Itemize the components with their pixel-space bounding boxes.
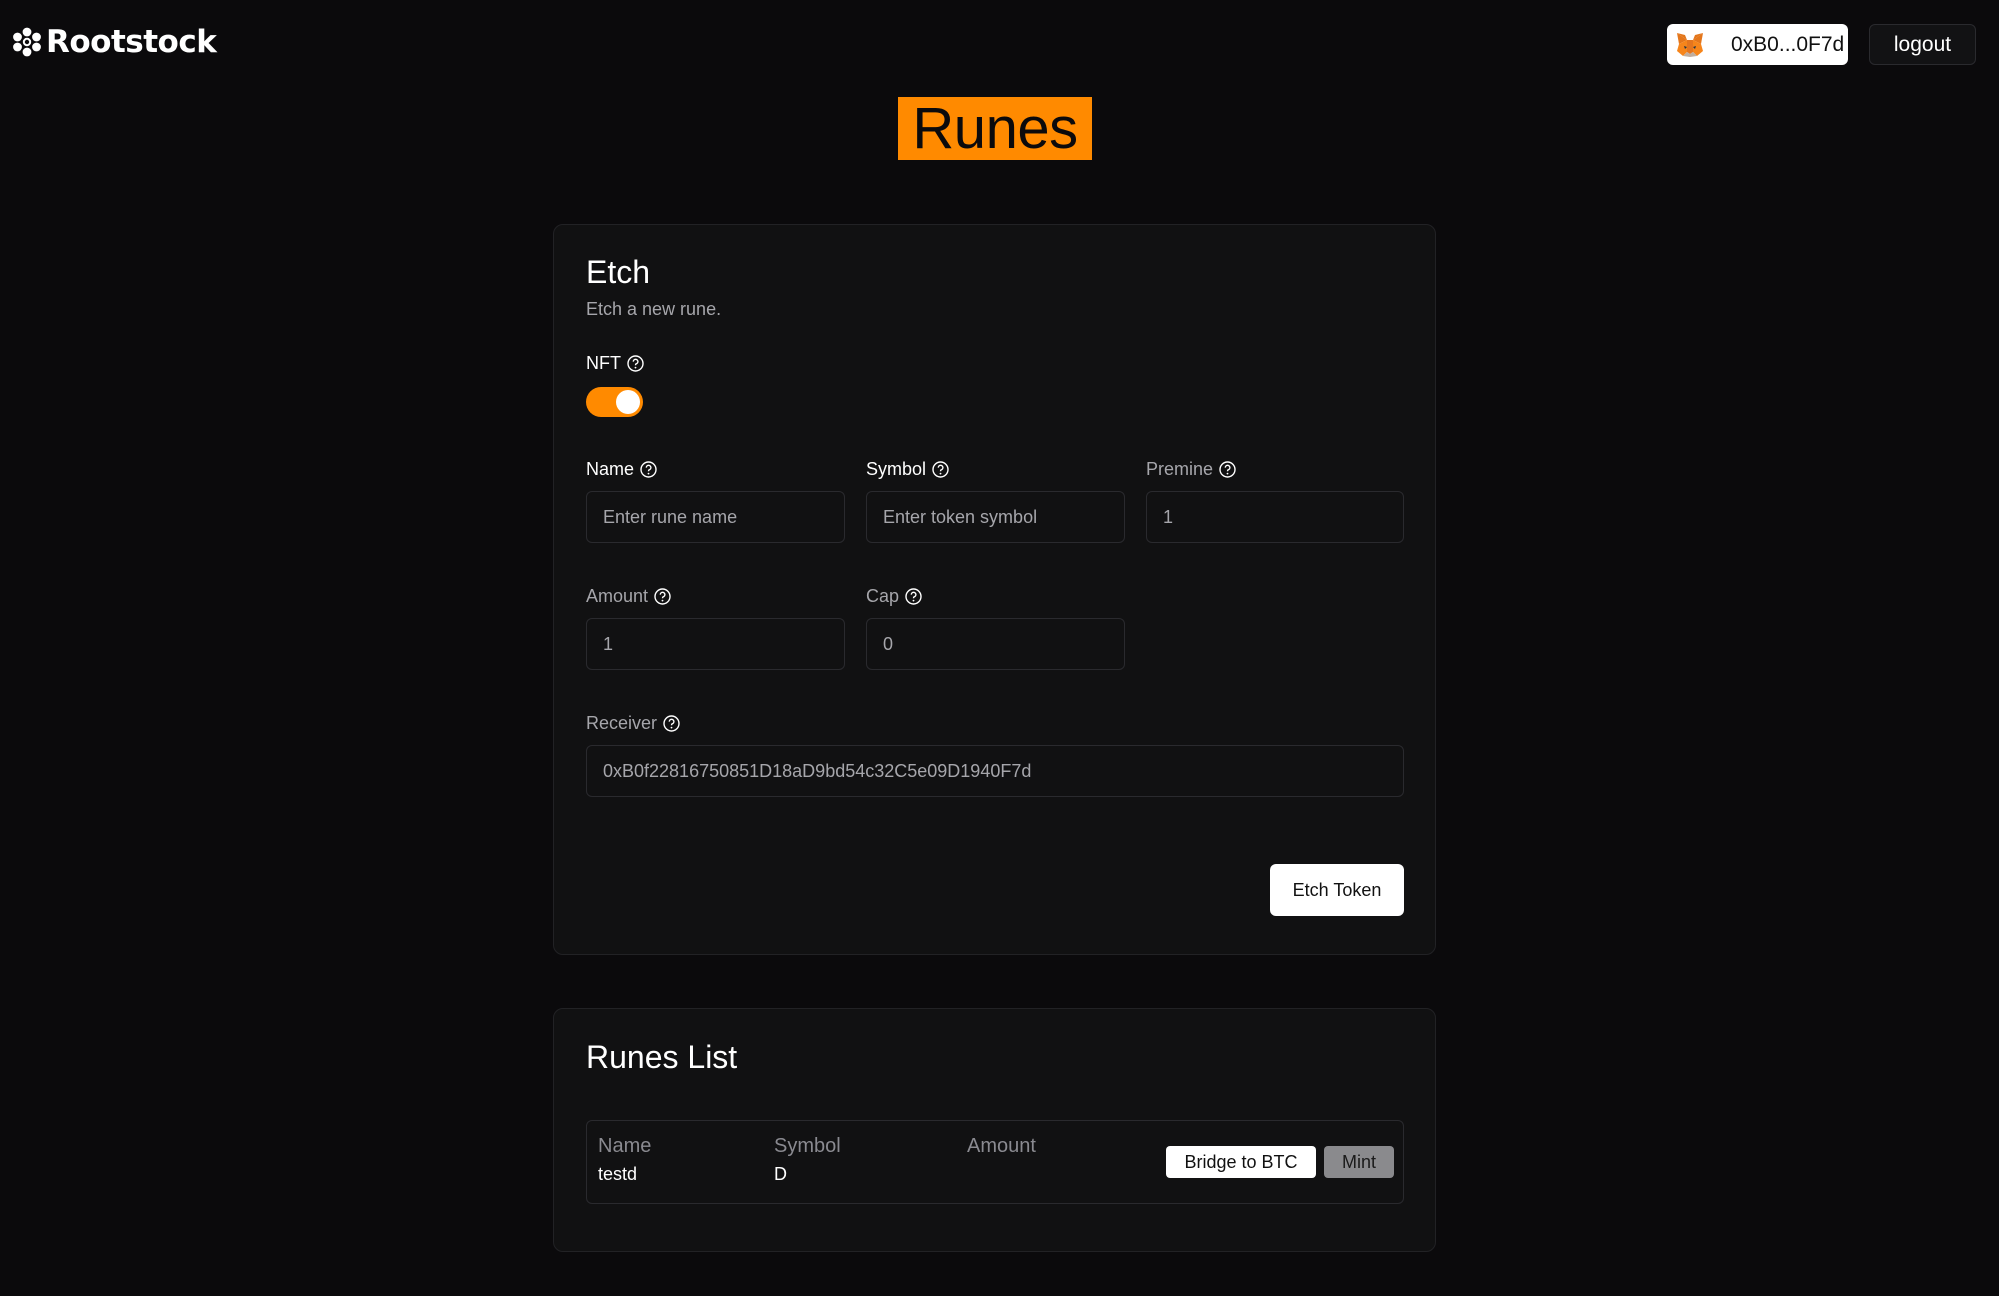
cap-label-text: Cap bbox=[866, 586, 900, 606]
amount-input[interactable] bbox=[586, 618, 845, 670]
receiver-label: Receiver bbox=[586, 713, 680, 734]
metamask-fox-icon bbox=[1677, 32, 1703, 57]
column-header-name: Name bbox=[598, 1135, 652, 1157]
nft-label: NFT bbox=[586, 353, 644, 374]
help-icon[interactable] bbox=[1219, 461, 1236, 478]
column-header-symbol: Symbol bbox=[774, 1135, 841, 1157]
toggle-knob bbox=[616, 390, 640, 414]
etch-card: Etch Etch a new rune. NFT Name Symbol Pr… bbox=[553, 224, 1436, 955]
premine-input[interactable] bbox=[1146, 491, 1404, 543]
bridge-to-btc-button[interactable]: Bridge to BTC bbox=[1166, 1146, 1316, 1178]
name-label: Name bbox=[586, 459, 657, 480]
wallet-address-button[interactable]: 0xB0...0F7d bbox=[1667, 24, 1848, 65]
logout-button[interactable]: logout bbox=[1869, 24, 1976, 65]
etch-title: Etch bbox=[586, 254, 651, 290]
receiver-input[interactable] bbox=[586, 745, 1404, 797]
nft-label-text: NFT bbox=[586, 353, 621, 373]
mint-button[interactable]: Mint bbox=[1324, 1146, 1394, 1178]
cap-label: Cap bbox=[866, 586, 922, 607]
cap-input[interactable] bbox=[866, 618, 1125, 670]
etch-token-button[interactable]: Etch Token bbox=[1270, 864, 1404, 916]
name-label-text: Name bbox=[586, 459, 635, 479]
rootstock-logo[interactable]: Rootstock bbox=[12, 24, 217, 60]
logo-text: Rootstock bbox=[46, 24, 217, 60]
runes-list-card: Runes List Name Symbol Amount testd D Br… bbox=[553, 1008, 1436, 1252]
top-bar: Rootstock 0xB0...0F7d logout bbox=[0, 0, 1999, 90]
premine-label-text: Premine bbox=[1146, 459, 1214, 479]
wallet-address: 0xB0...0F7d bbox=[1731, 32, 1845, 56]
help-icon[interactable] bbox=[905, 588, 922, 605]
rune-symbol-cell: D bbox=[774, 1164, 787, 1184]
premine-label: Premine bbox=[1146, 459, 1236, 480]
help-icon[interactable] bbox=[640, 461, 657, 478]
symbol-input[interactable] bbox=[866, 491, 1125, 543]
name-input[interactable] bbox=[586, 491, 845, 543]
rune-name-cell: testd bbox=[598, 1164, 638, 1184]
help-icon[interactable] bbox=[627, 355, 644, 372]
nft-toggle[interactable] bbox=[586, 387, 643, 417]
help-icon[interactable] bbox=[932, 461, 949, 478]
rootstock-logo-icon bbox=[13, 27, 41, 57]
amount-label: Amount bbox=[586, 586, 671, 607]
page-title: Runes bbox=[898, 97, 1092, 160]
help-icon[interactable] bbox=[654, 588, 671, 605]
receiver-label-text: Receiver bbox=[586, 713, 658, 733]
amount-label-text: Amount bbox=[586, 586, 649, 606]
etch-subtitle: Etch a new rune. bbox=[586, 299, 722, 319]
symbol-label-text: Symbol bbox=[866, 459, 927, 479]
column-header-amount: Amount bbox=[967, 1135, 1036, 1157]
runes-table: Name Symbol Amount testd D Bridge to BTC… bbox=[586, 1120, 1404, 1204]
symbol-label: Symbol bbox=[866, 459, 949, 480]
help-icon[interactable] bbox=[663, 715, 680, 732]
runes-list-title: Runes List bbox=[586, 1039, 738, 1075]
